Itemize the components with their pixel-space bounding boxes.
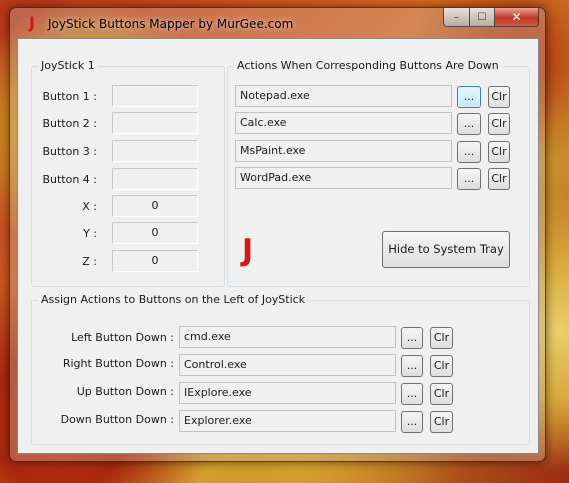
axis-z-label: Z : [82, 255, 97, 268]
minimize-button[interactable]: – [443, 8, 470, 27]
action-2-clear-button[interactable]: Clr [488, 113, 510, 135]
window-title: JoyStick Buttons Mapper by MurGee.com [48, 17, 294, 31]
app-window: J JoyStick Buttons Mapper by MurGee.com … [9, 7, 546, 462]
right-button-clear-button[interactable]: Clr [430, 355, 453, 377]
minimize-icon: – [454, 11, 459, 23]
title-bar[interactable]: J JoyStick Buttons Mapper by MurGee.com … [10, 8, 545, 38]
button-2-label: Button 2 : [42, 117, 97, 130]
app-icon: J [29, 13, 35, 32]
action-4-browse-button[interactable]: ... [457, 168, 481, 190]
up-button-label: Up Button Down : [76, 385, 174, 398]
action-4-field[interactable]: WordPad.exe [235, 167, 452, 189]
action-3-browse-button[interactable]: ... [457, 141, 481, 163]
close-icon: ✕ [511, 10, 522, 24]
up-button-field[interactable]: IExplore.exe [179, 382, 396, 404]
left-actions-group: Assign Actions to Buttons on the Left of… [31, 293, 530, 445]
button-3-label: Button 3 : [42, 145, 97, 158]
axis-y-value: 0 [112, 222, 198, 244]
down-button-browse-button[interactable]: ... [401, 411, 423, 433]
up-button-clear-button[interactable]: Clr [430, 383, 453, 405]
actions-group-label: Actions When Corresponding Buttons Are D… [234, 59, 502, 72]
maximize-icon: ☐ [477, 11, 487, 23]
joystick-group: JoyStick 1 Button 1 : Button 2 : Button … [31, 59, 225, 287]
action-4-clear-button[interactable]: Clr [488, 168, 510, 190]
axis-y-label: Y : [83, 227, 97, 240]
action-3-clear-button[interactable]: Clr [488, 141, 510, 163]
left-button-field[interactable]: cmd.exe [179, 326, 396, 348]
hide-to-system-tray-button[interactable]: Hide to System Tray [382, 231, 510, 268]
down-button-field[interactable]: Explorer.exe [179, 410, 396, 432]
caption-buttons: – ☐ ✕ [443, 8, 539, 28]
client-area: JoyStick 1 Button 1 : Button 2 : Button … [17, 38, 539, 454]
action-2-field[interactable]: Calc.exe [235, 112, 452, 134]
button-1-label: Button 1 : [42, 90, 97, 103]
left-actions-group-label: Assign Actions to Buttons on the Left of… [38, 293, 309, 306]
button-3-state [112, 140, 198, 162]
button-4-label: Button 4 : [42, 173, 97, 186]
right-button-browse-button[interactable]: ... [401, 355, 423, 377]
close-button[interactable]: ✕ [495, 8, 539, 27]
action-1-field[interactable]: Notepad.exe [235, 85, 452, 107]
down-button-clear-button[interactable]: Clr [430, 411, 453, 433]
maximize-button[interactable]: ☐ [470, 8, 495, 27]
action-3-field[interactable]: MsPaint.exe [235, 140, 452, 162]
action-1-browse-button[interactable]: ... [457, 86, 481, 108]
up-button-browse-button[interactable]: ... [401, 383, 423, 405]
button-1-state [112, 85, 198, 107]
down-button-label: Down Button Down : [60, 413, 174, 426]
axis-z-value: 0 [112, 250, 198, 272]
joystick-group-label: JoyStick 1 [38, 59, 98, 72]
actions-group: Actions When Corresponding Buttons Are D… [227, 59, 530, 287]
button-4-state [112, 168, 198, 190]
left-button-label: Left Button Down : [71, 331, 174, 344]
action-1-clear-button[interactable]: Clr [488, 86, 510, 108]
left-button-browse-button[interactable]: ... [401, 327, 423, 349]
right-button-field[interactable]: Control.exe [179, 354, 396, 376]
button-2-state [112, 112, 198, 134]
murgee-logo: J [242, 233, 254, 268]
left-button-clear-button[interactable]: Clr [430, 327, 453, 349]
axis-x-label: X : [82, 200, 97, 213]
right-button-label: Right Button Down : [62, 357, 174, 370]
axis-x-value: 0 [112, 195, 198, 217]
action-2-browse-button[interactable]: ... [457, 113, 481, 135]
